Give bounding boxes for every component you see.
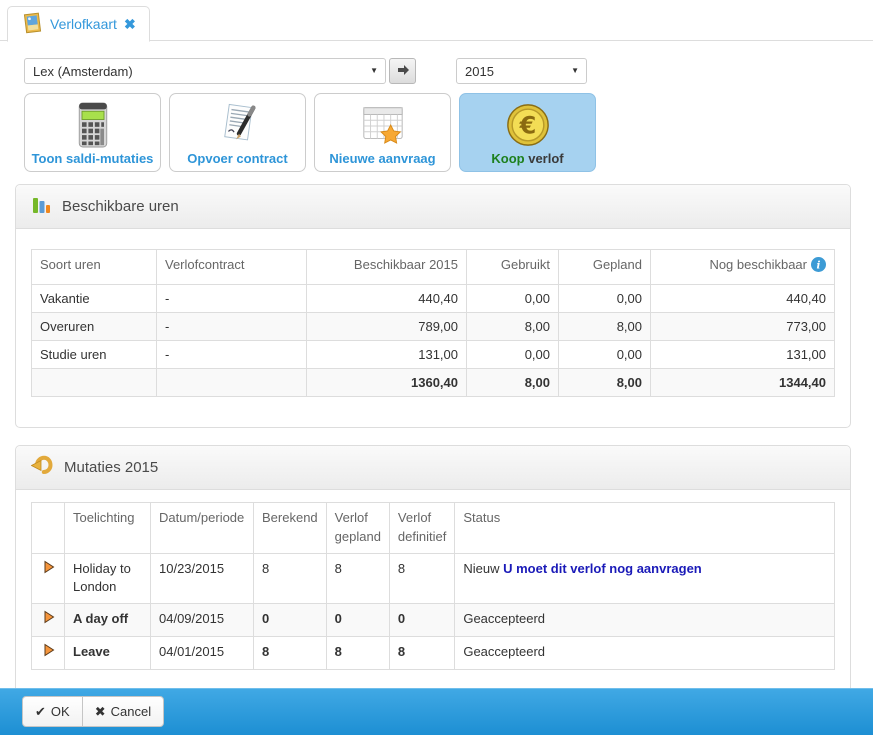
koop-verlof-button[interactable]: € Koop verlof [459, 93, 596, 172]
label-word-koop: Koop [491, 151, 524, 166]
request-leave-link[interactable]: U moet dit verlof nog aanvragen [503, 561, 702, 576]
cancel-button[interactable]: ✖Cancel [82, 696, 164, 727]
undo-arrow-icon [31, 455, 53, 479]
button-label: Koop verlof [491, 151, 563, 166]
available-hours-panel: Beschikbare uren Soort uren Verlofcontra… [15, 184, 851, 428]
year-select[interactable]: 2015 [456, 58, 587, 84]
employee-select[interactable]: Lex (Amsterdam) [24, 58, 386, 84]
col-verlof-gepland: Verlof gepland [326, 502, 389, 553]
contract-pen-icon [215, 101, 261, 149]
mutations-header: Mutaties 2015 [16, 446, 850, 490]
footer-bar: ✔OK ✖Cancel [0, 688, 873, 735]
col-verlofcontract: Verlofcontract [157, 250, 307, 285]
tab-title: Verlofkaart [50, 16, 117, 32]
expand-arrow-icon[interactable] [42, 645, 55, 660]
info-icon[interactable]: i [811, 257, 826, 278]
expand-arrow-icon[interactable] [42, 612, 55, 627]
col-beschikbaar: Beschikbaar 2015 [307, 250, 467, 285]
col-status: Status [455, 502, 835, 553]
col-verlof-definitief: Verlof definitief [389, 502, 454, 553]
col-expand [32, 502, 65, 553]
table-totals-row: 1360,40 8,00 8,00 1344,40 [32, 368, 835, 396]
year-select-wrap: 2015 ▼ [456, 58, 587, 84]
col-datum-periode: Datum/periode [151, 502, 254, 553]
load-employee-button[interactable] [389, 58, 416, 84]
toolbar: Lex (Amsterdam) ▼ 2015 ▼ [24, 58, 873, 84]
col-berekend: Berekend [254, 502, 327, 553]
mutations-table: Toelichting Datum/periode Berekend Verlo… [31, 502, 835, 670]
panel-title: Beschikbare uren [62, 198, 179, 215]
status-text: Geaccepteerd [463, 644, 545, 659]
mutation-row: A day off 04/09/2015 0 0 0 Geaccepteerd [32, 604, 835, 637]
button-label: Toon saldi-mutaties [32, 151, 154, 166]
table-row: Overuren - 789,00 8,00 8,00 773,00 [32, 312, 835, 340]
opvoer-contract-button[interactable]: Opvoer contract [169, 93, 306, 172]
label-word-verlof: verlof [528, 151, 563, 166]
calendar-star-icon [359, 101, 407, 149]
employee-select-wrap: Lex (Amsterdam) ▼ [24, 58, 386, 84]
panel-title: Mutaties 2015 [64, 459, 158, 476]
euro-coin-icon: € [505, 101, 551, 149]
svg-text:i: i [817, 259, 821, 271]
status-text: Nieuw [463, 561, 499, 576]
svg-text:€: € [518, 112, 536, 140]
table-header-row: Soort uren Verlofcontract Beschikbaar 20… [32, 250, 835, 285]
footer-button-group: ✔OK ✖Cancel [22, 696, 164, 727]
expand-arrow-icon[interactable] [42, 562, 55, 577]
arrow-right-icon [396, 63, 410, 80]
tab-close-icon[interactable]: ✖ [124, 16, 136, 33]
nieuwe-aanvraag-button[interactable]: Nieuwe aanvraag [314, 93, 451, 172]
button-label: Nieuwe aanvraag [329, 151, 435, 166]
available-hours-table: Soort uren Verlofcontract Beschikbaar 20… [31, 249, 835, 397]
bar-chart-icon [31, 195, 51, 219]
status-text: Geaccepteerd [463, 611, 545, 626]
tab-verlofkaart[interactable]: Verlofkaart ✖ [7, 6, 150, 42]
action-button-row: Toon saldi-mutaties Opvoer contract [24, 93, 873, 172]
col-gepland: Gepland [559, 250, 651, 285]
mutation-row: Holiday to London 10/23/2015 8 8 8 Nieuw… [32, 553, 835, 604]
col-nog-beschikbaar: Nog beschikbaari [651, 250, 835, 285]
tab-bar: Verlofkaart ✖ [0, 0, 873, 41]
table-row: Vakantie - 440,40 0,00 0,00 440,40 [32, 284, 835, 312]
mutations-panel: Mutaties 2015 Toelichting Datum/periode … [15, 445, 851, 707]
button-label: Opvoer contract [187, 151, 287, 166]
show-saldi-mutaties-button[interactable]: Toon saldi-mutaties [24, 93, 161, 172]
table-header-row: Toelichting Datum/periode Berekend Verlo… [32, 502, 835, 553]
check-icon: ✔ [35, 704, 46, 720]
col-soort-uren: Soort uren [32, 250, 157, 285]
col-toelichting: Toelichting [65, 502, 151, 553]
vacation-card-icon [21, 12, 43, 37]
col-gebruikt: Gebruikt [467, 250, 559, 285]
mutation-row: Leave 04/01/2015 8 8 8 Geaccepteerd [32, 637, 835, 670]
available-hours-header: Beschikbare uren [16, 185, 850, 229]
calculator-icon [71, 101, 115, 149]
ok-button[interactable]: ✔OK [22, 696, 83, 727]
x-icon: ✖ [95, 704, 106, 720]
table-row: Studie uren - 131,00 0,00 0,00 131,00 [32, 340, 835, 368]
